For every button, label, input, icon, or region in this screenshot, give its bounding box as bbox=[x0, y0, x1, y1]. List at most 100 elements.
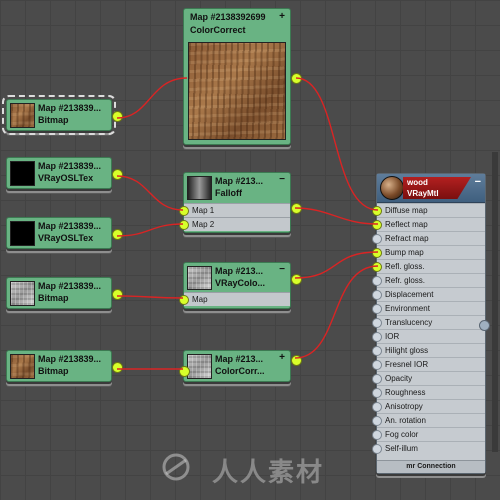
vraymtl-node[interactable]: wood VRayMtl − Diffuse map Reflect map Ref… bbox=[372, 173, 490, 474]
material-slot-refl-gloss[interactable]: Refl. gloss. bbox=[372, 259, 485, 273]
wire-colorcorrect-bottom-to-reflgloss bbox=[294, 265, 379, 359]
wire-osl1-to-falloff-map1 bbox=[116, 175, 184, 211]
input-socket[interactable] bbox=[372, 262, 382, 272]
output-socket[interactable] bbox=[112, 362, 123, 373]
mr-connection-footer[interactable]: mr Connection bbox=[377, 460, 485, 473]
material-slot-environment[interactable]: Environment bbox=[372, 301, 485, 315]
material-slot-hilight-gloss[interactable]: Hilight gloss bbox=[372, 343, 485, 357]
input-socket[interactable] bbox=[372, 416, 382, 426]
input-socket[interactable] bbox=[372, 374, 382, 384]
material-slot-list: Diffuse map Reflect map Refract map Bump ma… bbox=[372, 203, 485, 455]
slot-label: Map 1 bbox=[192, 206, 215, 215]
collapse-toggle[interactable]: − bbox=[475, 176, 481, 188]
input-socket[interactable] bbox=[372, 430, 382, 440]
vrayosltex-node-2[interactable]: Map #213839... VRayOSLTex bbox=[6, 217, 123, 249]
slot-map[interactable]: Map bbox=[179, 292, 290, 306]
vraycolor-node[interactable]: Map #213... VRayColo... − Map bbox=[179, 262, 302, 309]
watermark-text: 人人素材 bbox=[212, 458, 325, 488]
node-type: Bitmap bbox=[38, 115, 69, 125]
material-slot-translucency[interactable]: Translucency bbox=[372, 315, 485, 329]
vrayosltex-node-1[interactable]: Map #213839... VRayOSLTex bbox=[6, 157, 123, 189]
canvas-scrollbar[interactable] bbox=[492, 152, 498, 452]
material-name: wood bbox=[407, 178, 428, 187]
material-slot-anisotropy[interactable]: Anisotropy bbox=[372, 399, 485, 413]
material-slot-displacement[interactable]: Displacement bbox=[372, 287, 485, 301]
slot-label: Diffuse map bbox=[385, 206, 428, 215]
output-socket[interactable] bbox=[291, 355, 302, 366]
material-slot-reflect-map[interactable]: Reflect map bbox=[372, 217, 485, 231]
output-socket[interactable] bbox=[112, 229, 123, 240]
output-socket[interactable] bbox=[291, 73, 302, 84]
node-title: Map #213... bbox=[215, 354, 264, 364]
material-slot-diffuse-map[interactable]: Diffuse map bbox=[372, 203, 485, 217]
output-socket[interactable] bbox=[112, 169, 123, 180]
material-output-socket[interactable] bbox=[479, 320, 490, 331]
node-title: Map #213... bbox=[215, 266, 264, 276]
slot-label: Fresnel IOR bbox=[385, 360, 429, 369]
input-socket[interactable] bbox=[179, 220, 189, 230]
material-type: VRayMtl bbox=[407, 189, 439, 198]
output-socket[interactable] bbox=[291, 274, 302, 285]
input-socket[interactable] bbox=[372, 248, 382, 258]
input-socket[interactable] bbox=[372, 444, 382, 454]
slot-label: Opacity bbox=[385, 374, 413, 383]
bitmap-node-2[interactable]: Map #213839... Bitmap bbox=[6, 277, 123, 309]
bitmap-node-1[interactable]: Map #213839... Bitmap bbox=[2, 95, 123, 135]
input-socket[interactable] bbox=[372, 332, 382, 342]
material-slot-refract-map[interactable]: Refract map bbox=[372, 231, 485, 245]
input-socket[interactable] bbox=[372, 318, 382, 328]
slot-map2[interactable]: Map 2 bbox=[179, 217, 290, 231]
input-socket[interactable] bbox=[372, 402, 382, 412]
node-title: Map #213... bbox=[215, 176, 264, 186]
material-slot-fresnel-ior[interactable]: Fresnel IOR bbox=[372, 357, 485, 371]
material-slot-ior[interactable]: IOR bbox=[372, 329, 485, 343]
node-title: Map #213839... bbox=[38, 221, 102, 231]
expand-toggle[interactable]: + bbox=[279, 353, 285, 363]
material-slot-an-rotation[interactable]: An. rotation bbox=[372, 413, 485, 427]
slot-label: Fog color bbox=[385, 430, 419, 439]
material-header[interactable]: wood VRayMtl − bbox=[377, 174, 485, 203]
material-slot-fog-color[interactable]: Fog color bbox=[372, 427, 485, 441]
material-slot-self-illum[interactable]: Self-illum bbox=[372, 441, 485, 455]
input-socket[interactable] bbox=[372, 276, 382, 286]
material-slot-refr-gloss[interactable]: Refr. gloss. bbox=[372, 273, 485, 287]
collapse-toggle[interactable]: − bbox=[279, 175, 285, 185]
input-socket[interactable] bbox=[372, 234, 382, 244]
expand-toggle[interactable]: + bbox=[279, 12, 285, 22]
falloff-node[interactable]: Map #213... Falloff − Map 1 Map 2 bbox=[179, 172, 302, 233]
input-socket[interactable] bbox=[372, 290, 382, 300]
slot-label: Anisotropy bbox=[385, 402, 423, 411]
node-type: Bitmap bbox=[38, 293, 69, 303]
colorcorrect-node-bottom[interactable]: Map #213... ColorCorr... + bbox=[179, 350, 302, 382]
bitmap-node-3[interactable]: Map #213839... Bitmap bbox=[6, 350, 123, 382]
slot-label: An. rotation bbox=[385, 416, 426, 425]
slot-map1[interactable]: Map 1 bbox=[179, 203, 290, 217]
slot-label: Bump map bbox=[385, 248, 424, 257]
material-slot-bump-map[interactable]: Bump map bbox=[372, 245, 485, 259]
material-slot-opacity[interactable]: Opacity bbox=[372, 371, 485, 385]
node-title: Map #213839... bbox=[38, 103, 102, 113]
output-socket[interactable] bbox=[291, 203, 302, 214]
input-socket[interactable] bbox=[372, 206, 382, 216]
input-socket[interactable] bbox=[372, 360, 382, 370]
wire-osl2-to-falloff-map2 bbox=[116, 223, 184, 237]
slot-label: Displacement bbox=[385, 290, 434, 299]
bitmap-thumbnail bbox=[10, 354, 35, 379]
collapse-toggle[interactable]: − bbox=[279, 265, 285, 275]
slot-label: Environment bbox=[385, 304, 430, 313]
output-socket[interactable] bbox=[112, 289, 123, 300]
input-socket[interactable] bbox=[372, 346, 382, 356]
colorcorrect-thumbnail bbox=[187, 354, 212, 379]
slot-label: Refract map bbox=[385, 234, 429, 243]
node-title: Map #2138392699 bbox=[190, 12, 266, 22]
watermark-logo-icon bbox=[162, 453, 190, 481]
input-socket[interactable] bbox=[372, 388, 382, 398]
input-socket[interactable] bbox=[372, 220, 382, 230]
input-socket[interactable] bbox=[179, 206, 189, 216]
output-socket[interactable] bbox=[112, 111, 123, 122]
input-socket[interactable] bbox=[179, 366, 190, 377]
colorcorrect-node-top[interactable]: Map #2138392699 ColorCorrect + bbox=[183, 8, 302, 145]
input-socket[interactable] bbox=[179, 295, 189, 305]
material-slot-roughness[interactable]: Roughness bbox=[372, 385, 485, 399]
input-socket[interactable] bbox=[372, 304, 382, 314]
